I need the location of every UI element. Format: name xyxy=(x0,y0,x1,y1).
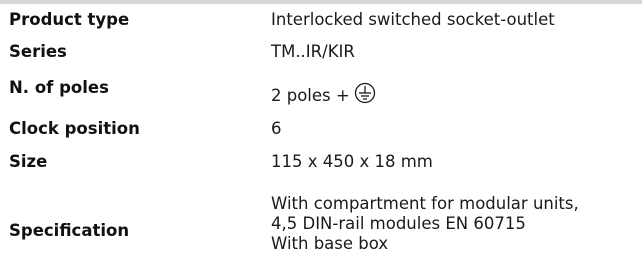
specification-line-1: With compartment for modular units, xyxy=(271,194,579,213)
top-divider xyxy=(0,0,642,4)
clock-position-value: 6 xyxy=(271,119,282,138)
series-value: TM..IR/KIR xyxy=(271,42,355,61)
earth-ground-icon xyxy=(354,82,376,109)
poles-value-text: 2 poles + xyxy=(271,86,350,105)
size-value: 115 x 450 x 18 mm xyxy=(271,152,433,171)
specification-value: With compartment for modular units, 4,5 … xyxy=(271,194,579,254)
size-label: Size xyxy=(9,152,48,171)
product-type-value: Interlocked switched socket-outlet xyxy=(271,10,555,29)
specification-label: Specification xyxy=(9,221,130,240)
poles-value: 2 poles + xyxy=(271,82,376,109)
series-label: Series xyxy=(9,42,67,61)
specification-line-2: 4,5 DIN-rail modules EN 60715 xyxy=(271,214,526,233)
product-type-label: Product type xyxy=(9,10,130,29)
specification-line-3: With base box xyxy=(271,234,389,253)
clock-position-label: Clock position xyxy=(9,119,140,138)
poles-label: N. of poles xyxy=(9,78,109,97)
